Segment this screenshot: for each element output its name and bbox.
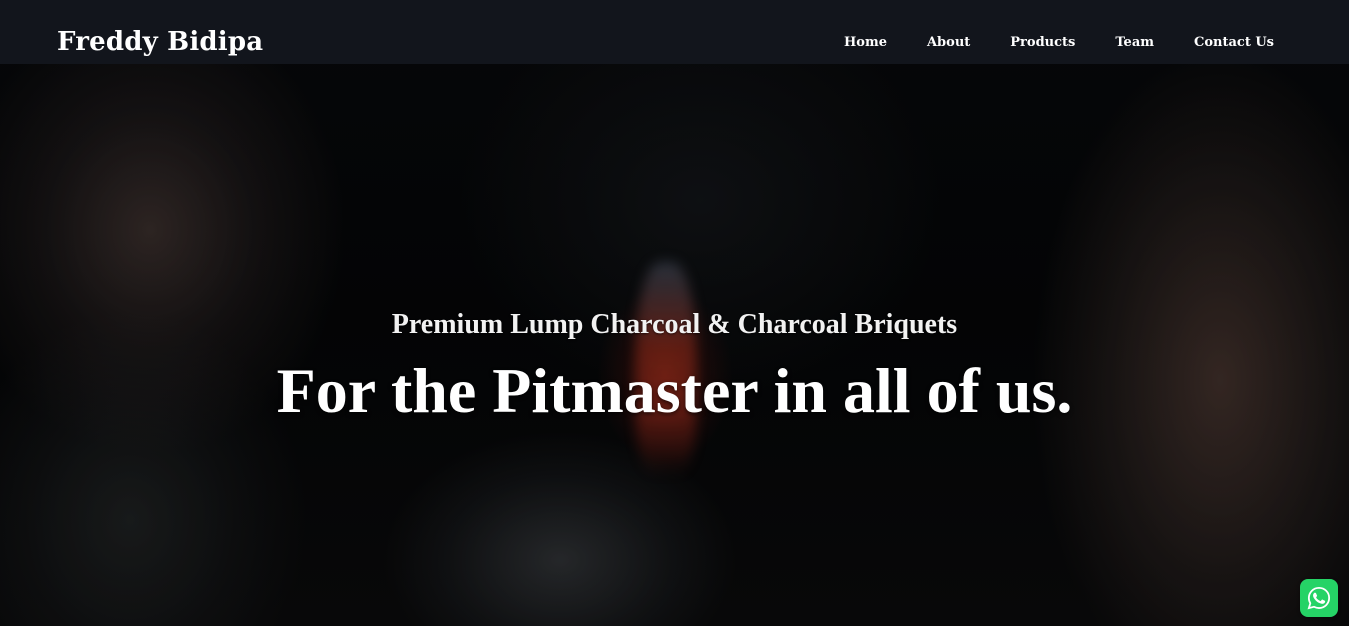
- page: Freddy Bidipa Home About Products Team C…: [0, 0, 1349, 626]
- hero-subtitle: Premium Lump Charcoal & Charcoal Briquet…: [391, 309, 958, 340]
- whatsapp-chat-button[interactable]: [1300, 579, 1338, 617]
- site-header: Freddy Bidipa Home About Products Team C…: [0, 0, 1349, 64]
- nav-contact-link[interactable]: Contact Us: [1194, 33, 1274, 53]
- nav-team-link[interactable]: Team: [1115, 33, 1154, 53]
- nav-home-link[interactable]: Home: [844, 33, 887, 53]
- brand-logo-link[interactable]: Freddy Bidipa: [57, 24, 263, 60]
- main-nav: Home About Products Team Contact Us: [844, 33, 1274, 53]
- whatsapp-icon: [1306, 585, 1332, 611]
- hero-headline: For the Pitmaster in all of us.: [276, 355, 1073, 426]
- nav-about-link[interactable]: About: [927, 33, 970, 53]
- nav-products-link[interactable]: Products: [1010, 33, 1075, 53]
